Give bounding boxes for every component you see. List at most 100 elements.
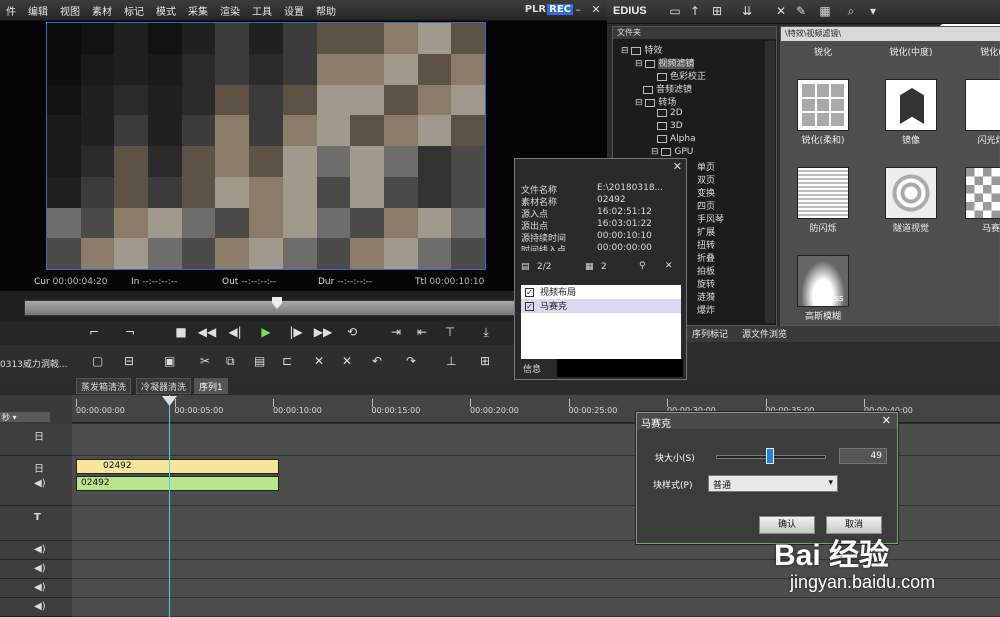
track-head-v1[interactable]: 日 <box>0 424 72 456</box>
tree-item-gpu-8[interactable]: 折叠 <box>697 251 715 264</box>
effect-mosaic[interactable]: 马赛 <box>961 167 1000 234</box>
stop-icon[interactable]: ■ <box>171 321 191 343</box>
menu-capture[interactable]: 采集 <box>182 3 214 18</box>
search-icon[interactable]: ⌕ <box>843 4 859 20</box>
set-out-icon[interactable]: ¬ <box>120 321 140 343</box>
checkbox[interactable]: ✓ <box>525 302 534 311</box>
step-forward-icon[interactable]: |▶ <box>286 321 306 343</box>
close-icon[interactable]: ✕ <box>882 414 891 427</box>
tree-item-alpha[interactable]: Alpha <box>657 134 696 144</box>
delete-clip-icon[interactable]: ✕ <box>314 354 324 368</box>
step-back-icon[interactable]: ◀| <box>225 321 245 343</box>
timeline-cursor[interactable] <box>169 395 170 617</box>
audio-clip[interactable]: 02492 <box>76 476 279 491</box>
undo-icon[interactable]: ↶ <box>372 354 382 368</box>
tree-item-audio-filters[interactable]: 音频滤镜 <box>643 82 692 95</box>
loop-icon[interactable]: ⟲ <box>342 321 362 343</box>
effect-tunnel-vision[interactable]: 隧道视觉 <box>881 167 941 234</box>
plr-rec-toggle[interactable]: PLR REC <box>525 4 573 15</box>
sort-icon[interactable]: ▾ <box>865 4 881 20</box>
track-head-a1[interactable]: ◀) <box>0 541 72 560</box>
view-mode-icon[interactable]: ▦ <box>817 4 833 20</box>
effect-sharpen-soft[interactable]: 锐化(柔和) <box>793 79 853 146</box>
rewind-icon[interactable]: ◀◀ <box>197 321 217 343</box>
set-in-icon[interactable]: ⌐ <box>84 321 104 343</box>
layer-video-layout[interactable]: ✓ 视频布局 <box>521 285 681 299</box>
replace-icon[interactable]: ⊏ <box>282 354 292 368</box>
effect-gaussian-blur[interactable]: Gauss 高斯模糊 <box>793 255 853 322</box>
tab-source-browser[interactable]: 源文件浏览 <box>742 327 787 340</box>
tab-sequence-condenser[interactable]: 冷凝器清洗 <box>136 378 192 394</box>
tree-item-gpu-12[interactable]: 爆炸 <box>697 303 715 316</box>
menu-settings[interactable]: 设置 <box>278 3 310 18</box>
insert-icon[interactable]: ⇥ <box>386 321 406 343</box>
checkbox[interactable]: ✓ <box>525 288 534 297</box>
tree-item-color-correction[interactable]: 色彩校正 <box>657 69 706 82</box>
video-clip[interactable]: 02492 <box>76 459 279 474</box>
open-project-icon[interactable]: ⊟ <box>124 354 134 368</box>
tree-item-transitions[interactable]: ⊟ 转场 <box>635 95 676 108</box>
menu-clip[interactable]: 素材 <box>86 3 118 18</box>
folder-icon[interactable]: ▭ <box>667 4 683 20</box>
menu-render[interactable]: 渲染 <box>214 3 246 18</box>
paste-icon[interactable]: ▤ <box>254 354 265 368</box>
block-size-slider-thumb[interactable] <box>765 448 774 464</box>
tree-item-2d[interactable]: 2D <box>657 108 683 118</box>
menu-edit[interactable]: 编辑 <box>22 3 54 18</box>
effect-antiflicker[interactable]: 防闪烁 <box>793 167 853 234</box>
tree-item-gpu-4[interactable]: 四页 <box>697 199 715 212</box>
tab-sequence-markers[interactable]: 序列标记 <box>692 327 728 340</box>
track-head-a4[interactable]: ◀) <box>0 598 72 617</box>
new-sequence-icon[interactable]: ▢ <box>92 354 103 368</box>
menu-help[interactable]: 帮助 <box>310 3 342 18</box>
track-head-va1[interactable]: 日 ◀) <box>0 456 72 506</box>
tree-item-gpu[interactable]: ⊟ GPU <box>651 147 693 157</box>
fast-forward-icon[interactable]: ▶▶ <box>313 321 333 343</box>
tree-item-3d[interactable]: 3D <box>657 121 683 131</box>
tree-item-gpu-3[interactable]: 变换 <box>697 186 715 199</box>
block-size-input[interactable]: 49 <box>839 448 887 464</box>
effect-sharpen-medium[interactable]: 锐化(中度) <box>881 43 941 58</box>
tree-item-video-filters[interactable]: ⊟ 视频滤镜 <box>635 56 695 69</box>
redo-icon[interactable]: ↷ <box>406 354 416 368</box>
layer-mosaic[interactable]: ✓ 马赛克 <box>521 299 681 313</box>
trim-icon[interactable]: ⊤ <box>440 321 460 343</box>
tree-item-gpu-10[interactable]: 旋转 <box>697 277 715 290</box>
keyframe-icon[interactable]: ⚲ <box>639 261 646 271</box>
tree-item-gpu-7[interactable]: 扭转 <box>697 238 715 251</box>
menu-view[interactable]: 视图 <box>54 3 86 18</box>
tree-item-gpu-1[interactable]: 单页 <box>697 160 715 173</box>
effect-sharpen[interactable]: 锐化 <box>793 43 853 58</box>
play-icon[interactable]: ▶ <box>256 321 276 343</box>
effect-sharpen-3[interactable]: 锐化( <box>961 43 1000 58</box>
new-folder-icon[interactable]: ⊞ <box>709 4 725 20</box>
menu-marker[interactable]: 标记 <box>118 3 150 18</box>
track-head-a2[interactable]: ◀) <box>0 560 72 579</box>
track-head-a3[interactable]: ◀) <box>0 579 72 598</box>
export-icon[interactable]: ⤓ <box>476 321 496 343</box>
tree-item-gpu-2[interactable]: 双页 <box>697 173 715 186</box>
marker-icon[interactable]: ⊥ <box>446 354 456 368</box>
overwrite-icon[interactable]: ⇤ <box>412 321 432 343</box>
snap-icon[interactable]: ⊞ <box>480 354 490 368</box>
menu-tools[interactable]: 工具 <box>246 3 278 18</box>
ripple-delete-icon[interactable]: ✕ <box>342 354 352 368</box>
close-icon[interactable]: ✕ <box>673 160 682 173</box>
track-head-t1[interactable]: T <box>0 506 72 541</box>
tab-sequence-evaporator[interactable]: 蒸发箱清洗 <box>76 378 132 394</box>
time-unit-select[interactable]: 秒 ▾ <box>0 412 50 422</box>
properties-icon[interactable]: ✎ <box>793 4 809 20</box>
tree-item-gpu-6[interactable]: 扩展 <box>697 225 715 238</box>
folder-scrollbar[interactable] <box>765 41 775 323</box>
close-icon[interactable]: ✕ <box>589 3 603 17</box>
effect-strobe[interactable]: 闪光灯 <box>961 79 1000 146</box>
copy-icon[interactable]: ⧉ <box>226 354 235 369</box>
tree-item-gpu-5[interactable]: 手风琴 <box>697 212 724 225</box>
menu-file[interactable]: 件 <box>0 3 22 18</box>
tree-item-gpu-9[interactable]: 拍板 <box>697 264 715 277</box>
tree-item-gpu-11[interactable]: 涟漪 <box>697 290 715 303</box>
tree-item-effects[interactable]: ⊟ 特效 <box>621 43 662 56</box>
up-folder-icon[interactable]: ↑ <box>687 4 703 20</box>
cut-icon[interactable]: ✂ <box>200 354 210 368</box>
save-icon[interactable]: ▣ <box>164 354 175 368</box>
